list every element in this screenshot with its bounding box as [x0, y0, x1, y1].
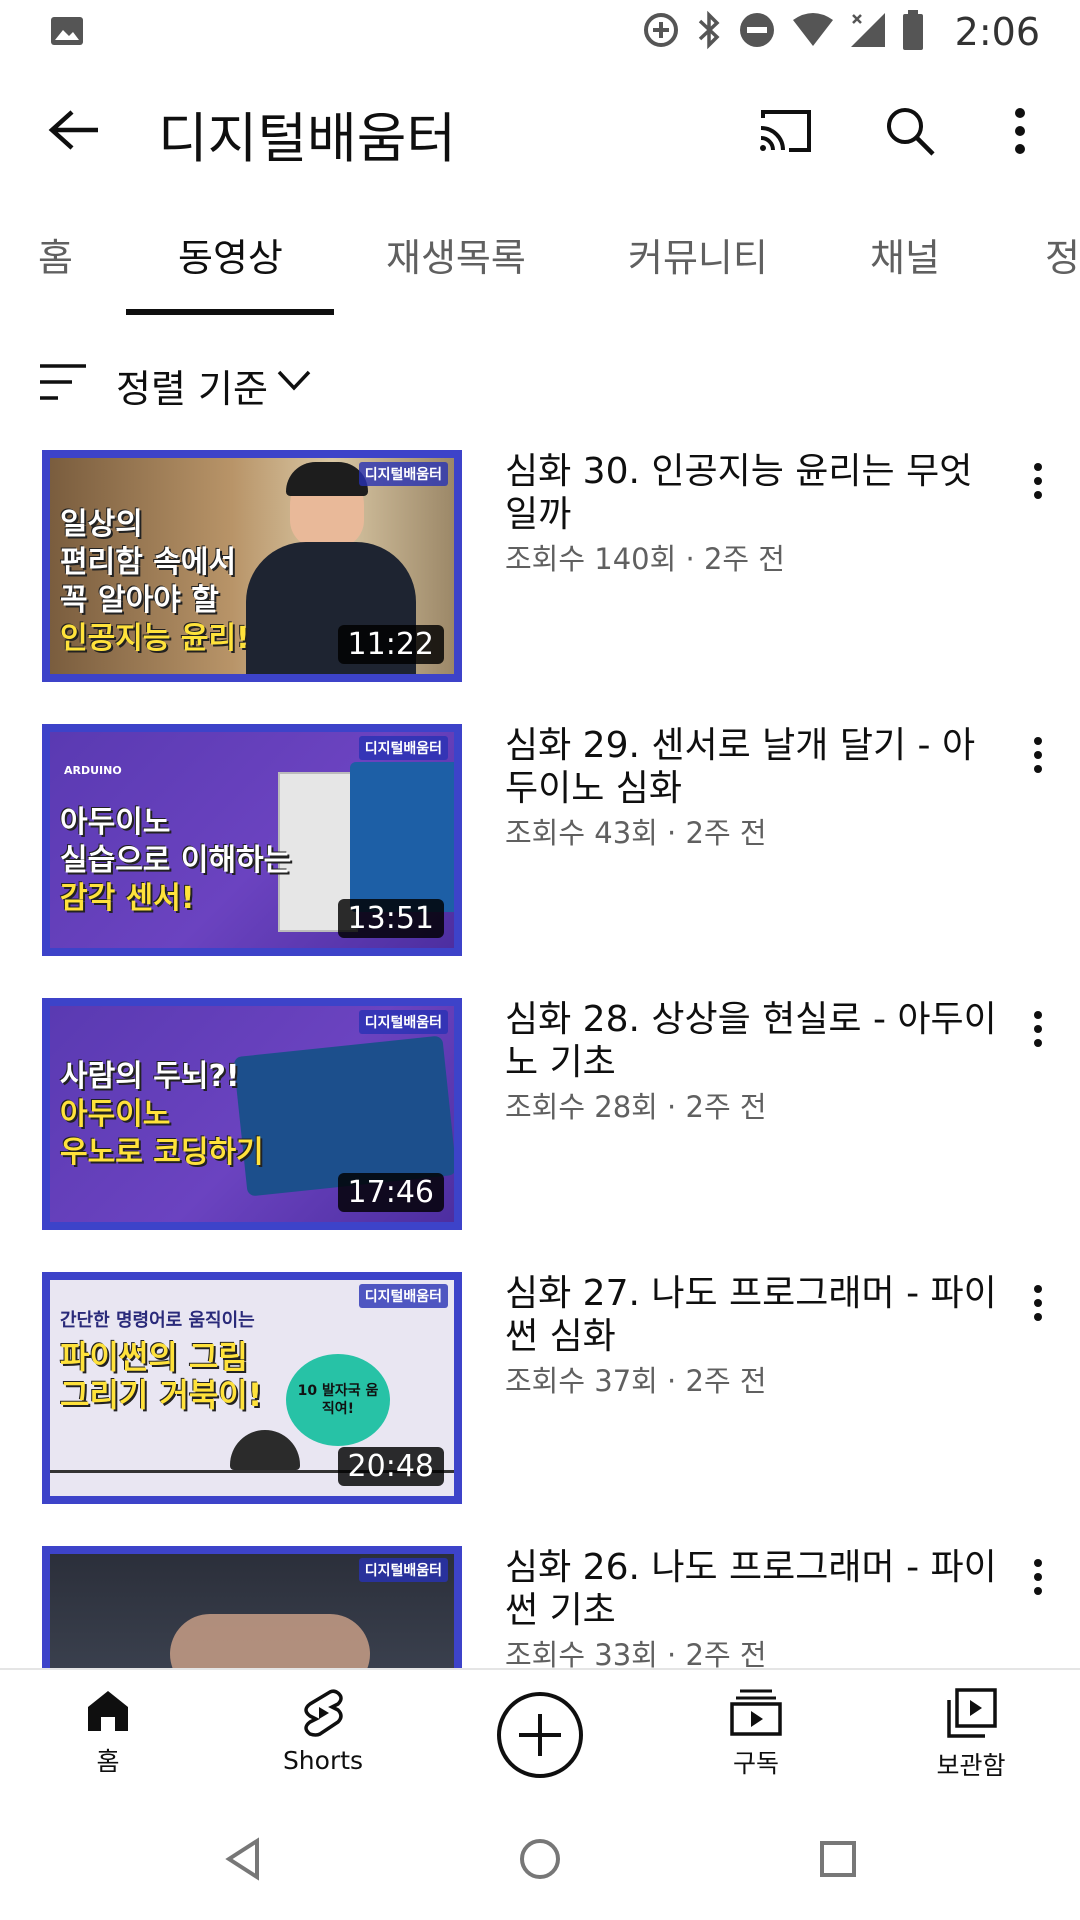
- video-duration: 11:22: [337, 625, 444, 664]
- video-title[interactable]: 심화 30. 인공지능 윤리는 무엇일까: [505, 450, 1005, 536]
- video-duration: 13:51: [337, 899, 444, 938]
- video-title[interactable]: 심화 28. 상상을 현실로 - 아두이노 기초: [505, 998, 1005, 1084]
- back-arrow-icon[interactable]: [42, 98, 106, 162]
- do-not-disturb-icon: [737, 10, 777, 54]
- tab-community[interactable]: 커뮤니티: [628, 227, 768, 282]
- thumb-channel-label: 디지털배움터: [358, 462, 448, 486]
- video-meta: 조회수 140회 · 2주 전: [505, 542, 785, 576]
- arduino-logo-label: ARDUINO: [64, 764, 122, 777]
- thumb-channel-label: 디지털배움터: [358, 1010, 448, 1034]
- thumb-text-line: 인공지능 윤리!: [60, 621, 250, 656]
- shorts-icon: [300, 1689, 346, 1742]
- video-thumbnail[interactable]: 디지털배움터 사람의 두뇌?! 아두이노 우노로 코딩하기 17:46: [42, 998, 462, 1230]
- video-duration: 17:46: [337, 1173, 444, 1212]
- video-more-icon[interactable]: [1018, 456, 1058, 506]
- thumb-text-line: 아두이노: [60, 805, 171, 840]
- app-bar: 디지털배움터: [0, 64, 1080, 194]
- system-nav-bar: [0, 1798, 1080, 1920]
- nav-label: 보관함: [936, 1751, 1006, 1780]
- video-meta: 조회수 28회 · 2주 전: [505, 1090, 767, 1124]
- video-more-icon[interactable]: [1018, 1004, 1058, 1054]
- speech-bubble-text: 10 발자국 움직여!: [286, 1354, 390, 1446]
- nav-library[interactable]: 보관함: [896, 1688, 1046, 1782]
- tab-videos[interactable]: 동영상: [178, 227, 283, 282]
- bluetooth-icon: [695, 10, 723, 54]
- thumb-text-line: 파이썬의 그림: [60, 1338, 248, 1376]
- wifi-icon: [791, 12, 835, 52]
- more-vert-icon[interactable]: [985, 96, 1055, 166]
- image-icon: [50, 16, 84, 50]
- status-bar: 2:06: [0, 0, 1080, 64]
- bottom-nav: 홈 Shorts 구독 보관함: [0, 1668, 1080, 1798]
- video-thumbnail[interactable]: 10 발자국 움직여! 디지털배움터 간단한 명령어로 움직이는 파이썬의 그림…: [42, 1272, 462, 1504]
- video-title[interactable]: 심화 27. 나도 프로그래머 - 파이썬 심화: [505, 1272, 1005, 1358]
- back-triangle-icon[interactable]: [218, 1834, 268, 1884]
- chevron-down-icon: [276, 368, 312, 396]
- recents-square-icon[interactable]: [813, 1834, 863, 1884]
- create-plus-icon[interactable]: [497, 1692, 583, 1778]
- nav-shorts[interactable]: Shorts: [248, 1688, 398, 1775]
- thumb-text-line: 우노로 코딩하기: [60, 1135, 264, 1170]
- tab-about[interactable]: 정: [1045, 227, 1080, 282]
- video-item[interactable]: 디지털배움터 사람의 두뇌?! 아두이노 우노로 코딩하기 17:46 심화 2…: [0, 998, 1080, 1234]
- video-item[interactable]: 디지털배움터 ARDUINO 아두이노 실습으로 이해하는 감각 센서! 13:…: [0, 724, 1080, 960]
- video-item[interactable]: 디지털배움터 심화 26. 나도 프로그래머 - 파이썬 기초 조회수 33회 …: [0, 1546, 1080, 1668]
- video-thumbnail[interactable]: 디지털배움터: [42, 1546, 462, 1668]
- video-list: 디지털배움터 일상의 편리함 속에서 꼭 알아야 할 인공지능 윤리! 11:2…: [0, 450, 1080, 1668]
- library-icon: [945, 1688, 997, 1742]
- nav-label: 구독: [732, 1749, 779, 1778]
- thumb-channel-label: 디지털배움터: [358, 736, 448, 760]
- tab-channels[interactable]: 채널: [870, 227, 940, 282]
- video-more-icon[interactable]: [1018, 1552, 1058, 1602]
- thumb-channel-label: 디지털배움터: [358, 1284, 448, 1308]
- video-item[interactable]: 10 발자국 움직여! 디지털배움터 간단한 명령어로 움직이는 파이썬의 그림…: [0, 1272, 1080, 1508]
- thumb-text-line: 편리함 속에서: [60, 545, 237, 580]
- video-meta: 조회수 43회 · 2주 전: [505, 816, 767, 850]
- thumb-text-line: 그리기 거북이!: [60, 1376, 263, 1414]
- signal-icon: [849, 11, 887, 53]
- video-meta: 조회수 37회 · 2주 전: [505, 1364, 767, 1398]
- data-saver-icon: [641, 10, 681, 54]
- thumb-channel-label: 디지털배움터: [358, 1558, 448, 1582]
- video-more-icon[interactable]: [1018, 730, 1058, 780]
- nav-home[interactable]: 홈: [33, 1688, 183, 1778]
- channel-tabs: 홈 동영상 재생목록 커뮤니티 채널 정: [0, 205, 1080, 315]
- video-item[interactable]: 디지털배움터 일상의 편리함 속에서 꼭 알아야 할 인공지능 윤리! 11:2…: [0, 450, 1080, 686]
- sort-icon: [38, 362, 88, 406]
- thumb-text-line: 실습으로 이해하는: [60, 843, 292, 878]
- cast-icon[interactable]: [750, 96, 820, 166]
- video-title[interactable]: 심화 29. 센서로 날개 달기 - 아두이노 심화: [505, 724, 1005, 810]
- tab-indicator: [126, 309, 334, 315]
- subscriptions-icon: [730, 1689, 782, 1740]
- nav-label: Shorts: [282, 1746, 364, 1775]
- video-meta: 조회수 33회 · 2주 전: [505, 1638, 767, 1668]
- nav-subscriptions[interactable]: 구독: [681, 1688, 831, 1780]
- thumb-text-line: 감각 센서!: [60, 881, 195, 916]
- video-duration: 20:48: [337, 1447, 444, 1486]
- tab-playlists[interactable]: 재생목록: [386, 227, 526, 282]
- sort-label: 정렬 기준: [116, 367, 268, 411]
- thumb-text-line: 꼭 알아야 할: [60, 583, 219, 618]
- thumb-text-line: 간단한 명령어로 움직이는: [60, 1310, 255, 1331]
- channel-title: 디지털배움터: [158, 107, 457, 170]
- nav-label: 홈: [96, 1747, 120, 1776]
- thumb-text-line: 일상의: [60, 507, 143, 542]
- video-thumbnail[interactable]: 디지털배움터 ARDUINO 아두이노 실습으로 이해하는 감각 센서! 13:…: [42, 724, 462, 956]
- video-thumbnail[interactable]: 디지털배움터 일상의 편리함 속에서 꼭 알아야 할 인공지능 윤리! 11:2…: [42, 450, 462, 682]
- video-more-icon[interactable]: [1018, 1278, 1058, 1328]
- search-icon[interactable]: [875, 96, 945, 166]
- video-title[interactable]: 심화 26. 나도 프로그래머 - 파이썬 기초: [505, 1546, 1005, 1632]
- battery-icon: [901, 9, 925, 55]
- status-time: 2:06: [954, 10, 1040, 54]
- home-icon: [85, 1691, 131, 1738]
- sort-button[interactable]: 정렬 기준: [0, 350, 600, 414]
- tab-home[interactable]: 홈: [38, 227, 73, 282]
- home-circle-icon[interactable]: [515, 1834, 565, 1884]
- thumb-text-line: 아두이노: [60, 1097, 171, 1132]
- thumb-text-line: 사람의 두뇌?!: [60, 1059, 240, 1094]
